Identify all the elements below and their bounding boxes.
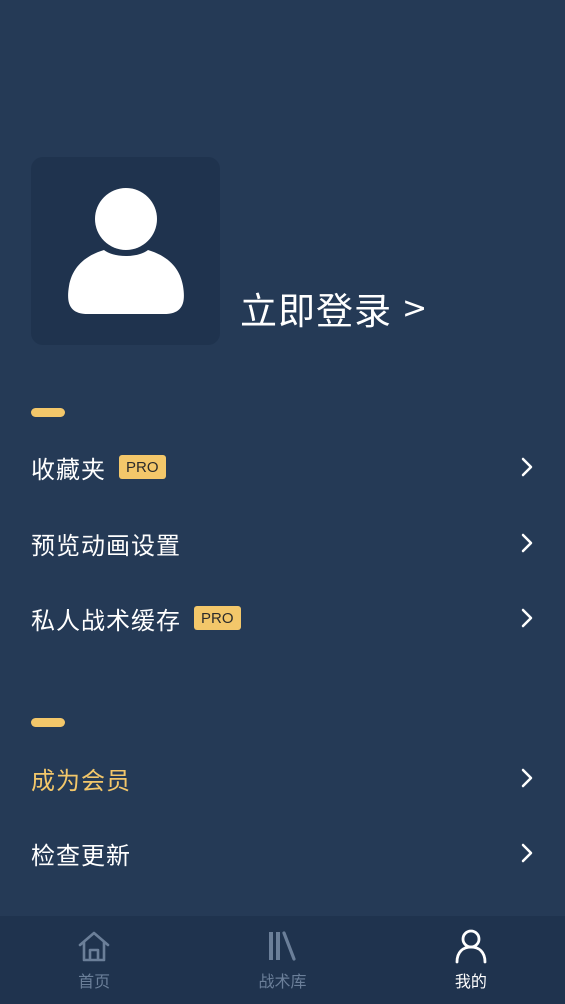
- menu-item-favorites[interactable]: 收藏夹 PRO: [31, 437, 535, 497]
- bottom-tab-bar: 首页 战术库 我的: [0, 916, 565, 1004]
- user-placeholder-icon: [67, 188, 184, 314]
- chevron-right-icon: [521, 843, 533, 863]
- menu-item-membership[interactable]: 成为会员: [31, 748, 535, 808]
- avatar[interactable]: [31, 157, 220, 345]
- tab-mine[interactable]: 我的: [377, 916, 565, 1004]
- login-link[interactable]: 立即登录 >: [240, 281, 428, 335]
- login-text: 立即登录: [240, 290, 392, 333]
- chevron-right-icon: [521, 768, 533, 788]
- menu-item-label: 收藏夹: [31, 455, 106, 484]
- tab-label: 首页: [78, 972, 111, 991]
- section-divider-bar: [31, 408, 65, 417]
- menu-item-private-cache[interactable]: 私人战术缓存 PRO: [31, 588, 535, 648]
- library-icon: [269, 931, 297, 961]
- user-icon: [455, 929, 487, 964]
- menu-item-check-update[interactable]: 检查更新: [31, 823, 535, 883]
- tab-label: 我的: [454, 972, 487, 991]
- pro-badge: PRO: [119, 455, 166, 479]
- chevron-right-icon: [521, 457, 533, 477]
- section-divider-bar: [31, 718, 65, 727]
- tab-home[interactable]: 首页: [0, 916, 188, 1004]
- tab-label: 战术库: [258, 972, 307, 991]
- menu-item-label: 私人战术缓存: [31, 606, 181, 635]
- chevron-right-icon: [521, 608, 533, 628]
- tab-library[interactable]: 战术库: [188, 916, 376, 1004]
- menu-item-label: 检查更新: [31, 841, 131, 870]
- menu-item-preview-animation[interactable]: 预览动画设置: [31, 513, 535, 573]
- home-icon: [78, 931, 110, 962]
- login-arrow: >: [402, 290, 429, 326]
- pro-badge: PRO: [194, 606, 241, 630]
- chevron-right-icon: [521, 533, 533, 553]
- menu-item-label: 成为会员: [31, 766, 131, 795]
- menu-item-label: 预览动画设置: [31, 531, 181, 560]
- profile-header: 立即登录 >: [31, 157, 428, 345]
